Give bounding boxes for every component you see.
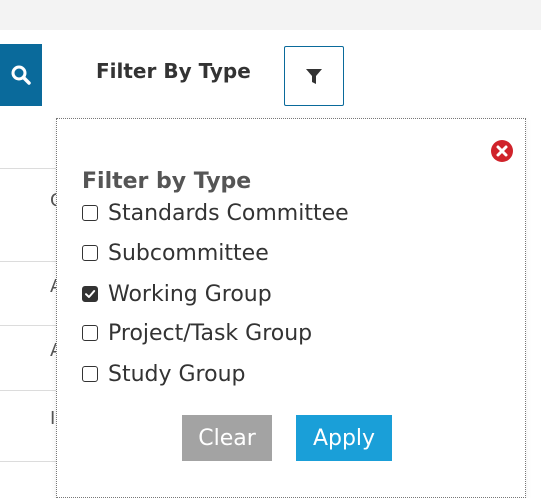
filter-by-type-label: Filter By Type [96, 59, 251, 83]
checkbox[interactable] [82, 205, 98, 221]
table-row-divider [0, 461, 60, 462]
clear-button[interactable]: Clear [182, 415, 272, 461]
top-bar [0, 0, 541, 30]
background-table: C A A I [0, 118, 63, 475]
option-study-group[interactable]: Study Group [82, 358, 246, 390]
option-label: Subcommittee [108, 240, 269, 266]
search-icon [11, 65, 31, 85]
close-button[interactable] [490, 139, 514, 163]
checkbox[interactable] [82, 245, 98, 261]
popover-title: Filter by Type [82, 169, 252, 194]
table-row-divider [0, 261, 60, 262]
search-button[interactable] [0, 44, 42, 106]
table-row-divider [0, 168, 60, 169]
option-label: Study Group [108, 361, 246, 387]
apply-button[interactable]: Apply [296, 415, 392, 461]
close-circle-icon [491, 140, 513, 162]
checkbox[interactable] [82, 366, 98, 382]
checkbox[interactable] [82, 286, 98, 302]
option-standards-committee[interactable]: Standards Committee [82, 197, 349, 229]
option-label: Standards Committee [108, 200, 349, 226]
checkmark-icon [85, 290, 96, 298]
option-working-group[interactable]: Working Group [82, 278, 272, 310]
table-cell-fragment: I [50, 408, 56, 429]
option-project-task-group[interactable]: Project/Task Group [82, 317, 312, 349]
option-label: Working Group [108, 281, 272, 307]
filter-popover: Filter by Type Standards Committee Subco… [56, 118, 526, 498]
option-label: Project/Task Group [108, 320, 313, 346]
filter-toggle-button[interactable] [284, 46, 344, 106]
option-subcommittee[interactable]: Subcommittee [82, 237, 269, 269]
table-row-divider [0, 325, 60, 326]
funnel-icon [306, 69, 322, 84]
table-row-divider [0, 390, 60, 391]
checkbox[interactable] [82, 325, 98, 341]
